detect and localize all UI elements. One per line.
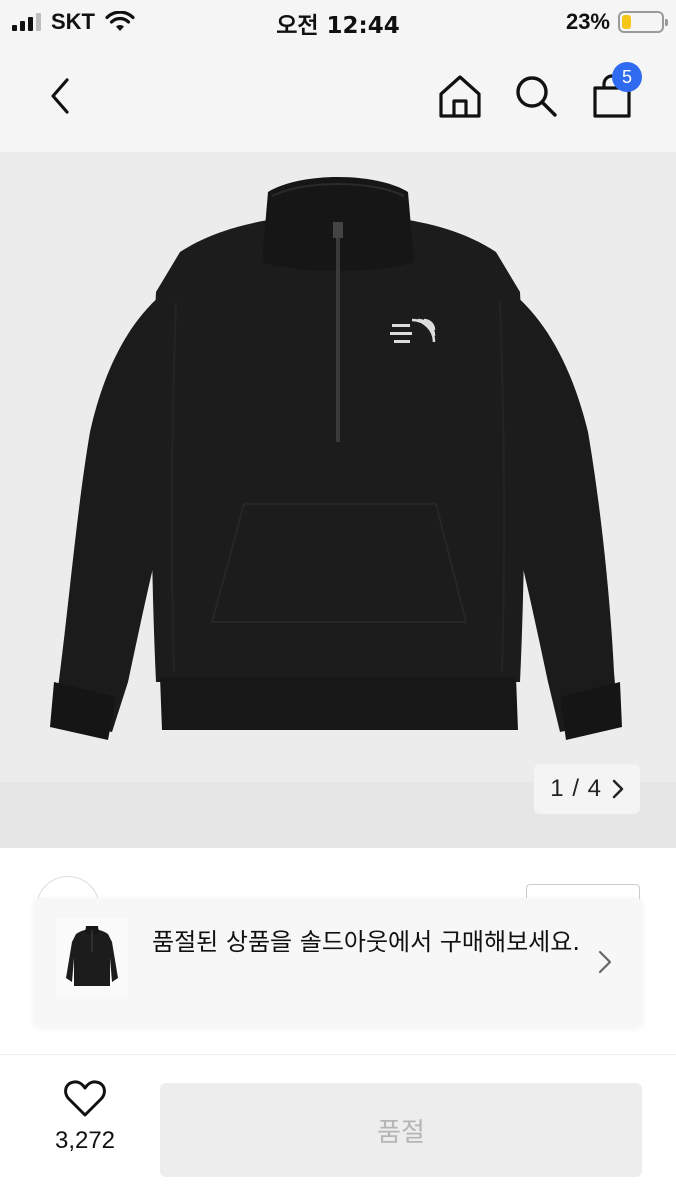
product-photo-jacket bbox=[50, 177, 622, 740]
cart-button[interactable]: 5 bbox=[584, 62, 642, 124]
soldout-redirect-banner[interactable]: 품절된 상품을 솔드아웃에서 구매해보세요. bbox=[34, 898, 642, 1026]
home-button[interactable] bbox=[432, 68, 488, 124]
heart-icon bbox=[64, 1080, 106, 1117]
product-image-carousel[interactable]: 1 / 4 bbox=[0, 152, 676, 848]
pager-indicator: 1 / 4 bbox=[550, 775, 602, 802]
thumbnail-jacket-image bbox=[66, 926, 118, 986]
nav-bar: 5 bbox=[0, 44, 676, 152]
search-button[interactable] bbox=[508, 68, 564, 124]
soldout-label: 품절 bbox=[377, 1117, 425, 1148]
back-button[interactable] bbox=[32, 68, 88, 124]
status-bar: SKT 오전 12:44 23% bbox=[0, 0, 676, 44]
chevron-left-icon bbox=[51, 78, 69, 114]
soldout-button[interactable]: 품절 bbox=[160, 1083, 642, 1177]
search-icon bbox=[516, 76, 557, 117]
home-icon bbox=[439, 75, 481, 118]
chevron-right-icon bbox=[612, 779, 624, 799]
product-thumbnail bbox=[56, 918, 128, 996]
like-count: 3,272 bbox=[54, 1127, 116, 1154]
battery-icon bbox=[618, 11, 668, 33]
battery-level bbox=[622, 15, 631, 29]
bottom-action-bar: 3,272 품절 bbox=[0, 1054, 676, 1200]
status-right: 23% bbox=[565, 8, 668, 36]
cart-count-badge: 5 bbox=[612, 62, 642, 92]
chevron-right-icon bbox=[598, 950, 612, 974]
banner-message: 품절된 상품을 솔드아웃에서 구매해보세요. bbox=[152, 928, 580, 956]
image-pager[interactable]: 1 / 4 bbox=[534, 764, 640, 814]
like-button[interactable]: 3,272 bbox=[30, 1079, 140, 1179]
battery-percent: 23% bbox=[565, 9, 610, 34]
